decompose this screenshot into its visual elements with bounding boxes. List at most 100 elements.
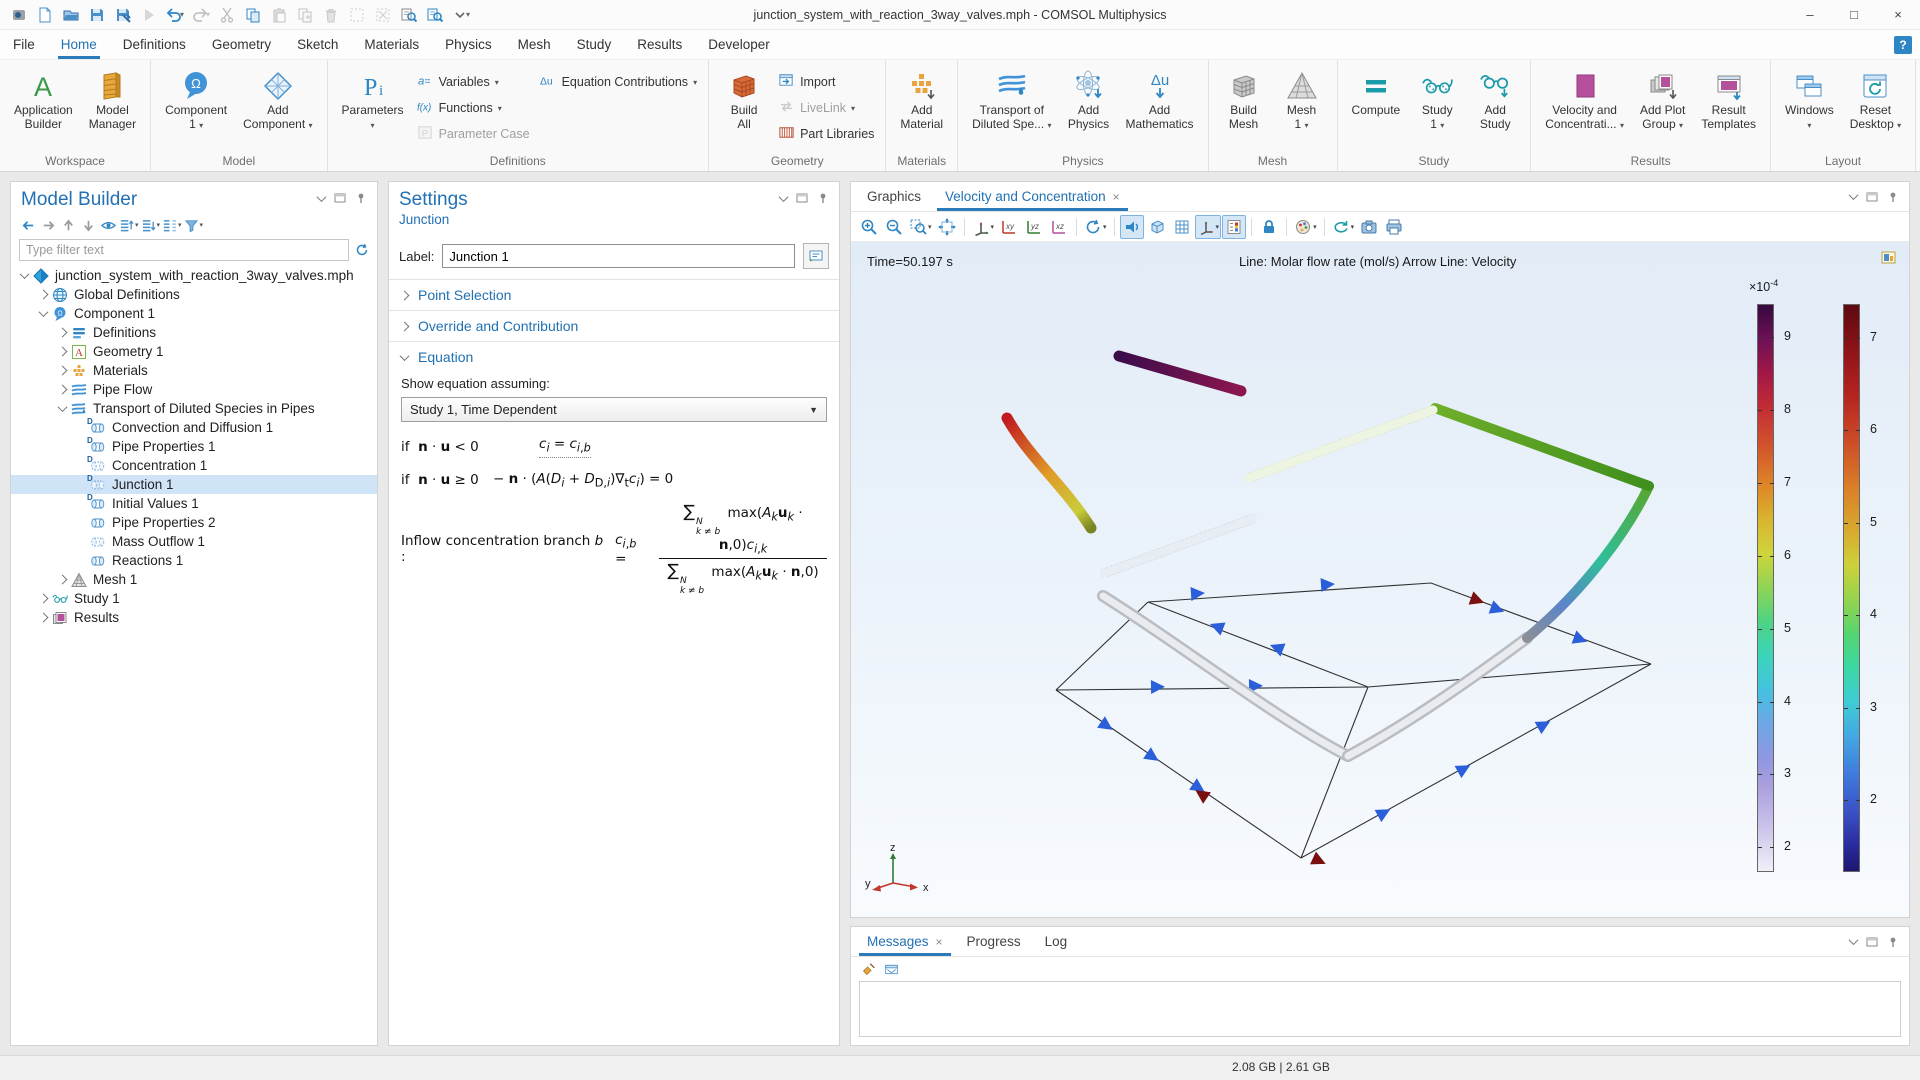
menu-file[interactable]: File: [0, 30, 48, 59]
open-file-icon[interactable]: [60, 4, 82, 26]
rotate-button[interactable]: ▾: [1082, 215, 1109, 239]
transport-diluted-species-button[interactable]: Transport ofDiluted Spe... ▾: [965, 64, 1058, 134]
panel-menu-icon[interactable]: [317, 192, 327, 202]
zoom-in-button[interactable]: [857, 215, 881, 239]
menu-physics[interactable]: Physics: [432, 30, 505, 59]
study-select-dropdown[interactable]: Study 1, Time Dependent ▼: [401, 397, 827, 422]
view-xy-button[interactable]: xy: [997, 215, 1021, 239]
reset-desktop-button[interactable]: ResetDesktop ▾: [1843, 64, 1908, 134]
application-builder-button[interactable]: AApplicationBuilder: [7, 64, 80, 133]
section-header[interactable]: Override and Contribution: [389, 311, 839, 341]
parameter-case-button[interactable]: PParameter Case: [413, 123, 534, 145]
menu-study[interactable]: Study: [564, 30, 625, 59]
find-icon[interactable]: [398, 4, 420, 26]
new-file-icon[interactable]: [34, 4, 56, 26]
build-mesh-button[interactable]: BuildMesh: [1216, 64, 1272, 133]
menu-sketch[interactable]: Sketch: [284, 30, 351, 59]
result-templates-button[interactable]: ResultTemplates: [1694, 64, 1763, 133]
show-grid-button[interactable]: [1170, 215, 1194, 239]
close-button[interactable]: ×: [1876, 0, 1920, 30]
snapshot-button[interactable]: [1357, 215, 1381, 239]
expand-arrow-icon[interactable]: [36, 291, 50, 298]
variables-button[interactable]: a=Variables▾: [413, 71, 534, 93]
menu-materials[interactable]: Materials: [351, 30, 432, 59]
study-1-button[interactable]: Study1 ▾: [1409, 64, 1465, 134]
tree-item-results[interactable]: Results: [11, 608, 377, 627]
collapse-arrow-icon[interactable]: [55, 405, 69, 412]
pin-icon[interactable]: [817, 192, 829, 204]
select-all-icon[interactable]: [346, 4, 368, 26]
color-legend-button[interactable]: [1222, 215, 1246, 239]
tab-velocity-and-concentration[interactable]: Velocity and Concentration ×: [933, 182, 1132, 211]
add-mathematics-button[interactable]: ΔuAddMathematics: [1119, 64, 1201, 133]
menu-developer[interactable]: Developer: [695, 30, 783, 59]
tree-item-junction-system-with-reaction-3way-valves-mph[interactable]: junction_system_with_reaction_3way_valve…: [11, 266, 377, 285]
tree-filter-input[interactable]: [19, 239, 349, 261]
undo-icon[interactable]: ▾: [164, 4, 186, 26]
tree-item-reactions-1[interactable]: Reactions 1: [11, 551, 377, 570]
add-physics-button[interactable]: AddPhysics: [1061, 64, 1117, 133]
customize-toolbar-icon[interactable]: ▾: [450, 4, 472, 26]
expand-arrow-icon[interactable]: [55, 348, 69, 355]
parameters-pi-button[interactable]: PiParameters▾: [335, 64, 411, 134]
tree-item-global-definitions[interactable]: Global Definitions: [11, 285, 377, 304]
scene-light-button[interactable]: [1120, 215, 1144, 239]
zoom-out-button[interactable]: [882, 215, 906, 239]
label-input[interactable]: [442, 244, 795, 268]
expand-arrow-icon[interactable]: [55, 386, 69, 393]
tree-item-pipe-flow[interactable]: Pipe Flow: [11, 380, 377, 399]
expand-arrow-icon[interactable]: [55, 576, 69, 583]
maximize-button[interactable]: □: [1832, 0, 1876, 30]
tab-messages[interactable]: Messages×: [855, 927, 955, 956]
zoom-box-button[interactable]: ▾: [907, 215, 934, 239]
node-columns-icon[interactable]: ▾: [162, 216, 182, 234]
tree-item-convection-and-diffusion-1[interactable]: DConvection and Diffusion 1: [11, 418, 377, 437]
close-tab-icon[interactable]: ×: [936, 935, 943, 949]
pin-icon[interactable]: [355, 192, 367, 204]
lock-camera-button[interactable]: [1257, 215, 1281, 239]
section-header[interactable]: Equation: [389, 342, 839, 372]
velocity-plot-group-button[interactable]: Velocity andConcentrati... ▾: [1538, 64, 1631, 134]
print-button[interactable]: [1382, 215, 1406, 239]
go-forward-icon[interactable]: [39, 216, 57, 234]
tree-item-pipe-properties-2[interactable]: Pipe Properties 2: [11, 513, 377, 532]
open-message-window-icon[interactable]: [884, 962, 899, 977]
model-manager-button[interactable]: ModelManager: [82, 64, 143, 133]
menu-geometry[interactable]: Geometry: [199, 30, 284, 59]
messages-content[interactable]: [859, 981, 1901, 1037]
menu-definitions[interactable]: Definitions: [110, 30, 199, 59]
component-button[interactable]: ΩComponent1 ▾: [158, 64, 234, 134]
show-toggle-icon[interactable]: [99, 216, 117, 234]
float-panel-icon[interactable]: [334, 192, 346, 204]
build-all-button[interactable]: BuildAll: [716, 64, 772, 133]
menu-home[interactable]: Home: [48, 30, 110, 59]
redo-icon[interactable]: ▾: [190, 4, 212, 26]
expand-arrow-icon[interactable]: [55, 329, 69, 336]
add-component-button[interactable]: AddComponent ▾: [236, 64, 319, 134]
livelink-button[interactable]: LiveLink▾: [774, 97, 878, 119]
add-material-button[interactable]: AddMaterial: [893, 64, 950, 133]
add-plot-group-button[interactable]: Add PlotGroup ▾: [1633, 64, 1692, 134]
panel-menu-icon[interactable]: [779, 192, 789, 202]
panel-menu-icon[interactable]: [1849, 190, 1859, 200]
add-study-button[interactable]: AddStudy: [1467, 64, 1523, 133]
tree-item-mesh-1[interactable]: Mesh 1: [11, 570, 377, 589]
float-panel-icon[interactable]: [1866, 936, 1878, 948]
filter-icon[interactable]: ▾: [184, 216, 204, 234]
compute-button[interactable]: Compute: [1345, 64, 1408, 120]
menu-results[interactable]: Results: [624, 30, 695, 59]
tree-item-transport-of-diluted-species-in-pipes[interactable]: Transport of Diluted Species in Pipes: [11, 399, 377, 418]
find-in-model-icon[interactable]: [424, 4, 446, 26]
axis-orientation-button[interactable]: ▾: [1195, 215, 1222, 239]
tree-item-pipe-properties-1[interactable]: DPipe Properties 1: [11, 437, 377, 456]
go-back-icon[interactable]: [19, 216, 37, 234]
close-tab-icon[interactable]: ×: [1113, 190, 1120, 204]
clear-messages-icon[interactable]: [861, 962, 876, 977]
pin-icon[interactable]: [1887, 936, 1899, 948]
tree-item-study-1[interactable]: Study 1: [11, 589, 377, 608]
tree-item-junction-1[interactable]: DJunction 1: [11, 475, 377, 494]
collapse-options-icon[interactable]: ▾: [141, 216, 161, 234]
plot-context-icon[interactable]: [1881, 250, 1897, 266]
move-up-icon[interactable]: [59, 216, 77, 234]
menu-mesh[interactable]: Mesh: [505, 30, 564, 59]
